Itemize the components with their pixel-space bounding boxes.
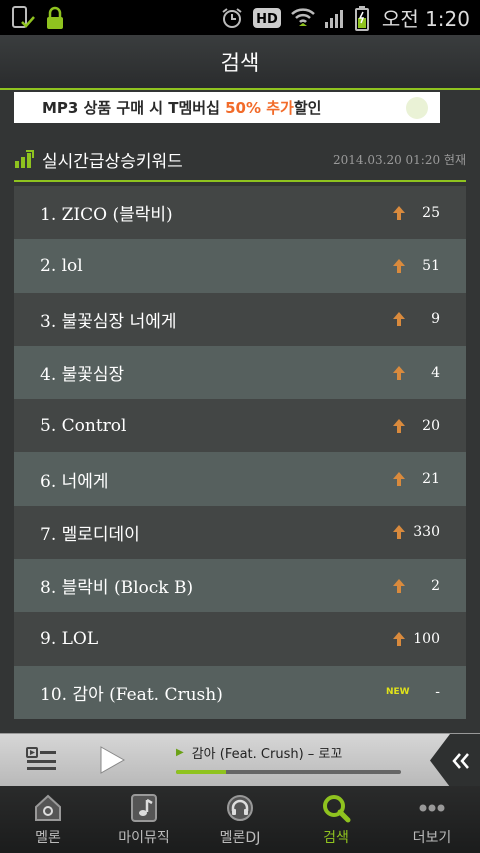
nav-label: 마이뮤직: [118, 829, 170, 846]
nav-my-music[interactable]: 마이뮤직: [96, 786, 192, 853]
hd-label: HD: [256, 12, 278, 27]
nav-search[interactable]: 검색: [288, 786, 384, 853]
nav-more[interactable]: 더보기: [384, 786, 480, 853]
section-timestamp: 2014.03.20 01:20 현재: [333, 152, 466, 167]
section-title: 실시간급상승키워드: [42, 151, 183, 172]
wifi-icon: [290, 6, 316, 30]
status-clock: 오전 1:20: [381, 7, 470, 31]
banner-text-before: MP3 상품 구매 시 T멤버십: [42, 99, 226, 117]
keyword-label: 4. 불꽃심장: [40, 365, 125, 386]
keyword-label: 9. LOL: [40, 629, 99, 650]
signal-icon: [324, 7, 346, 29]
nav-melon[interactable]: 멜론: [0, 786, 96, 853]
trend-up-icon: [392, 258, 406, 274]
more-icon: [417, 793, 447, 823]
mini-player: ▶ 감아 (Feat. Crush) – 로꼬: [0, 733, 480, 787]
banner-accent: 50% 추가: [225, 99, 294, 117]
new-badge: NEW: [386, 687, 410, 698]
keyword-row[interactable]: 6. 너에게 21: [14, 452, 466, 506]
search-icon: [321, 793, 351, 823]
lock-icon: [44, 6, 66, 30]
keyword-change: 20: [422, 417, 440, 434]
trend-up-icon: [392, 471, 406, 487]
trend-up-icon: [392, 631, 406, 647]
now-playing[interactable]: ▶ 감아 (Feat. Crush) – 로꼬: [176, 743, 342, 762]
playing-indicator-icon: ▶: [176, 747, 184, 758]
alarm-icon: [220, 6, 244, 30]
progress-bar[interactable]: [176, 770, 401, 774]
keyword-change: -: [435, 684, 440, 701]
trend-up-icon: [392, 365, 406, 381]
playlist-icon[interactable]: [26, 746, 58, 774]
keyword-change: 100: [413, 631, 440, 648]
keyword-list: 1. ZICO (블락비) 25 2. lol 51 3. 불꽃심장 너에게 9…: [14, 186, 466, 719]
keyword-row[interactable]: 4. 불꽃심장 4: [14, 345, 466, 400]
keyword-label: 3. 불꽃심장 너에게: [40, 311, 177, 332]
keyword-change: 9: [431, 311, 440, 328]
home-icon: [33, 793, 63, 823]
phone-check-icon: [10, 5, 36, 31]
keyword-row[interactable]: 7. 멜로디데이 330: [14, 505, 466, 560]
keyword-row[interactable]: 10. 감아 (Feat. Crush) NEW -: [14, 665, 466, 719]
keyword-row[interactable]: 3. 불꽃심장 너에게 9: [14, 292, 466, 346]
hd-icon: HD: [252, 7, 282, 29]
nav-label: 멜론DJ: [219, 829, 261, 846]
nav-label: 검색: [323, 829, 349, 846]
trend-up-icon: [392, 418, 406, 434]
bottom-nav: 멜론 마이뮤직 멜론DJ 검색 더보기: [0, 786, 480, 853]
trend-up-icon: [392, 578, 406, 594]
trend-up-icon: [392, 205, 406, 221]
keyword-change: 21: [422, 471, 440, 488]
headphones-icon: [225, 793, 255, 823]
keyword-row[interactable]: 8. 블락비 (Block B) 2: [14, 559, 466, 613]
now-playing-title: 감아 (Feat. Crush) – 로꼬: [191, 747, 343, 762]
trend-up-icon: [392, 524, 406, 540]
keyword-change: 330: [413, 524, 440, 541]
keyword-label: 10. 감아 (Feat. Crush): [40, 684, 223, 705]
keyword-row[interactable]: 2. lol 51: [14, 239, 466, 293]
status-bar: HD 오전 1:20: [0, 0, 480, 35]
collapse-player-button[interactable]: [430, 734, 480, 787]
keyword-label: 1. ZICO (블락비): [40, 205, 173, 226]
keyword-row[interactable]: 1. ZICO (블락비) 25: [14, 186, 466, 240]
banner-text-after: 할인: [293, 99, 322, 117]
nav-melon-dj[interactable]: 멜론DJ: [192, 786, 288, 853]
keyword-row[interactable]: 5. Control 20: [14, 399, 466, 453]
page-title: 검색: [220, 50, 260, 75]
music-note-icon: [129, 793, 159, 823]
play-icon[interactable]: [99, 746, 126, 774]
keyword-change: 51: [422, 257, 440, 274]
progress-fill: [176, 770, 226, 774]
keyword-label: 8. 블락비 (Block B): [40, 578, 194, 599]
keyword-change: 2: [431, 577, 440, 594]
trend-up-icon: [392, 311, 406, 327]
promo-banner[interactable]: MP3 상품 구매 시 T멤버십 50% 추가할인: [14, 92, 440, 123]
keyword-label: 6. 너에게: [40, 471, 109, 492]
battery-icon: [354, 5, 370, 31]
keyword-row[interactable]: 9. LOL 100: [14, 612, 466, 666]
nav-label: 더보기: [412, 829, 452, 846]
keyword-label: 7. 멜로디데이: [40, 524, 140, 545]
keyword-label: 2. lol: [40, 255, 83, 276]
rising-chart-icon: [14, 150, 34, 168]
keyword-label: 5. Control: [40, 415, 127, 436]
nav-label: 멜론: [35, 829, 61, 846]
section-header: 실시간급상승키워드 2014.03.20 01:20 현재: [14, 138, 466, 182]
keyword-change: 25: [422, 204, 440, 221]
banner-text: MP3 상품 구매 시 T멤버십 50% 추가할인: [42, 97, 321, 118]
banner-decoration: [406, 97, 428, 119]
double-chevron-left-icon: [452, 752, 469, 769]
title-bar: 검색: [0, 35, 480, 90]
keyword-change: 4: [431, 364, 440, 381]
